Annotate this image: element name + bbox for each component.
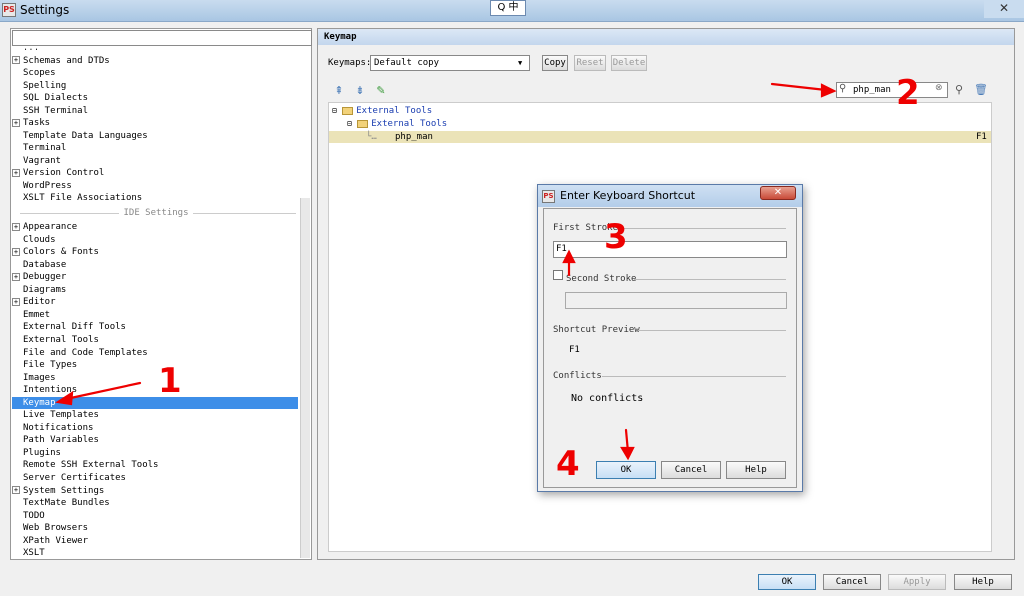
arrow-2-head <box>820 83 837 98</box>
annotation-4: 4 <box>556 444 580 484</box>
annotation-arrows <box>54 82 837 461</box>
arrow-3-head <box>562 249 576 264</box>
annotation-2: 2 <box>896 73 920 113</box>
arrow-4-head <box>620 446 635 461</box>
arrow-2 <box>770 82 828 92</box>
arrow-1 <box>64 381 142 401</box>
annotation-1: 1 <box>158 361 182 401</box>
arrow-1-head <box>54 390 74 406</box>
annotation-3: 3 <box>604 217 628 257</box>
